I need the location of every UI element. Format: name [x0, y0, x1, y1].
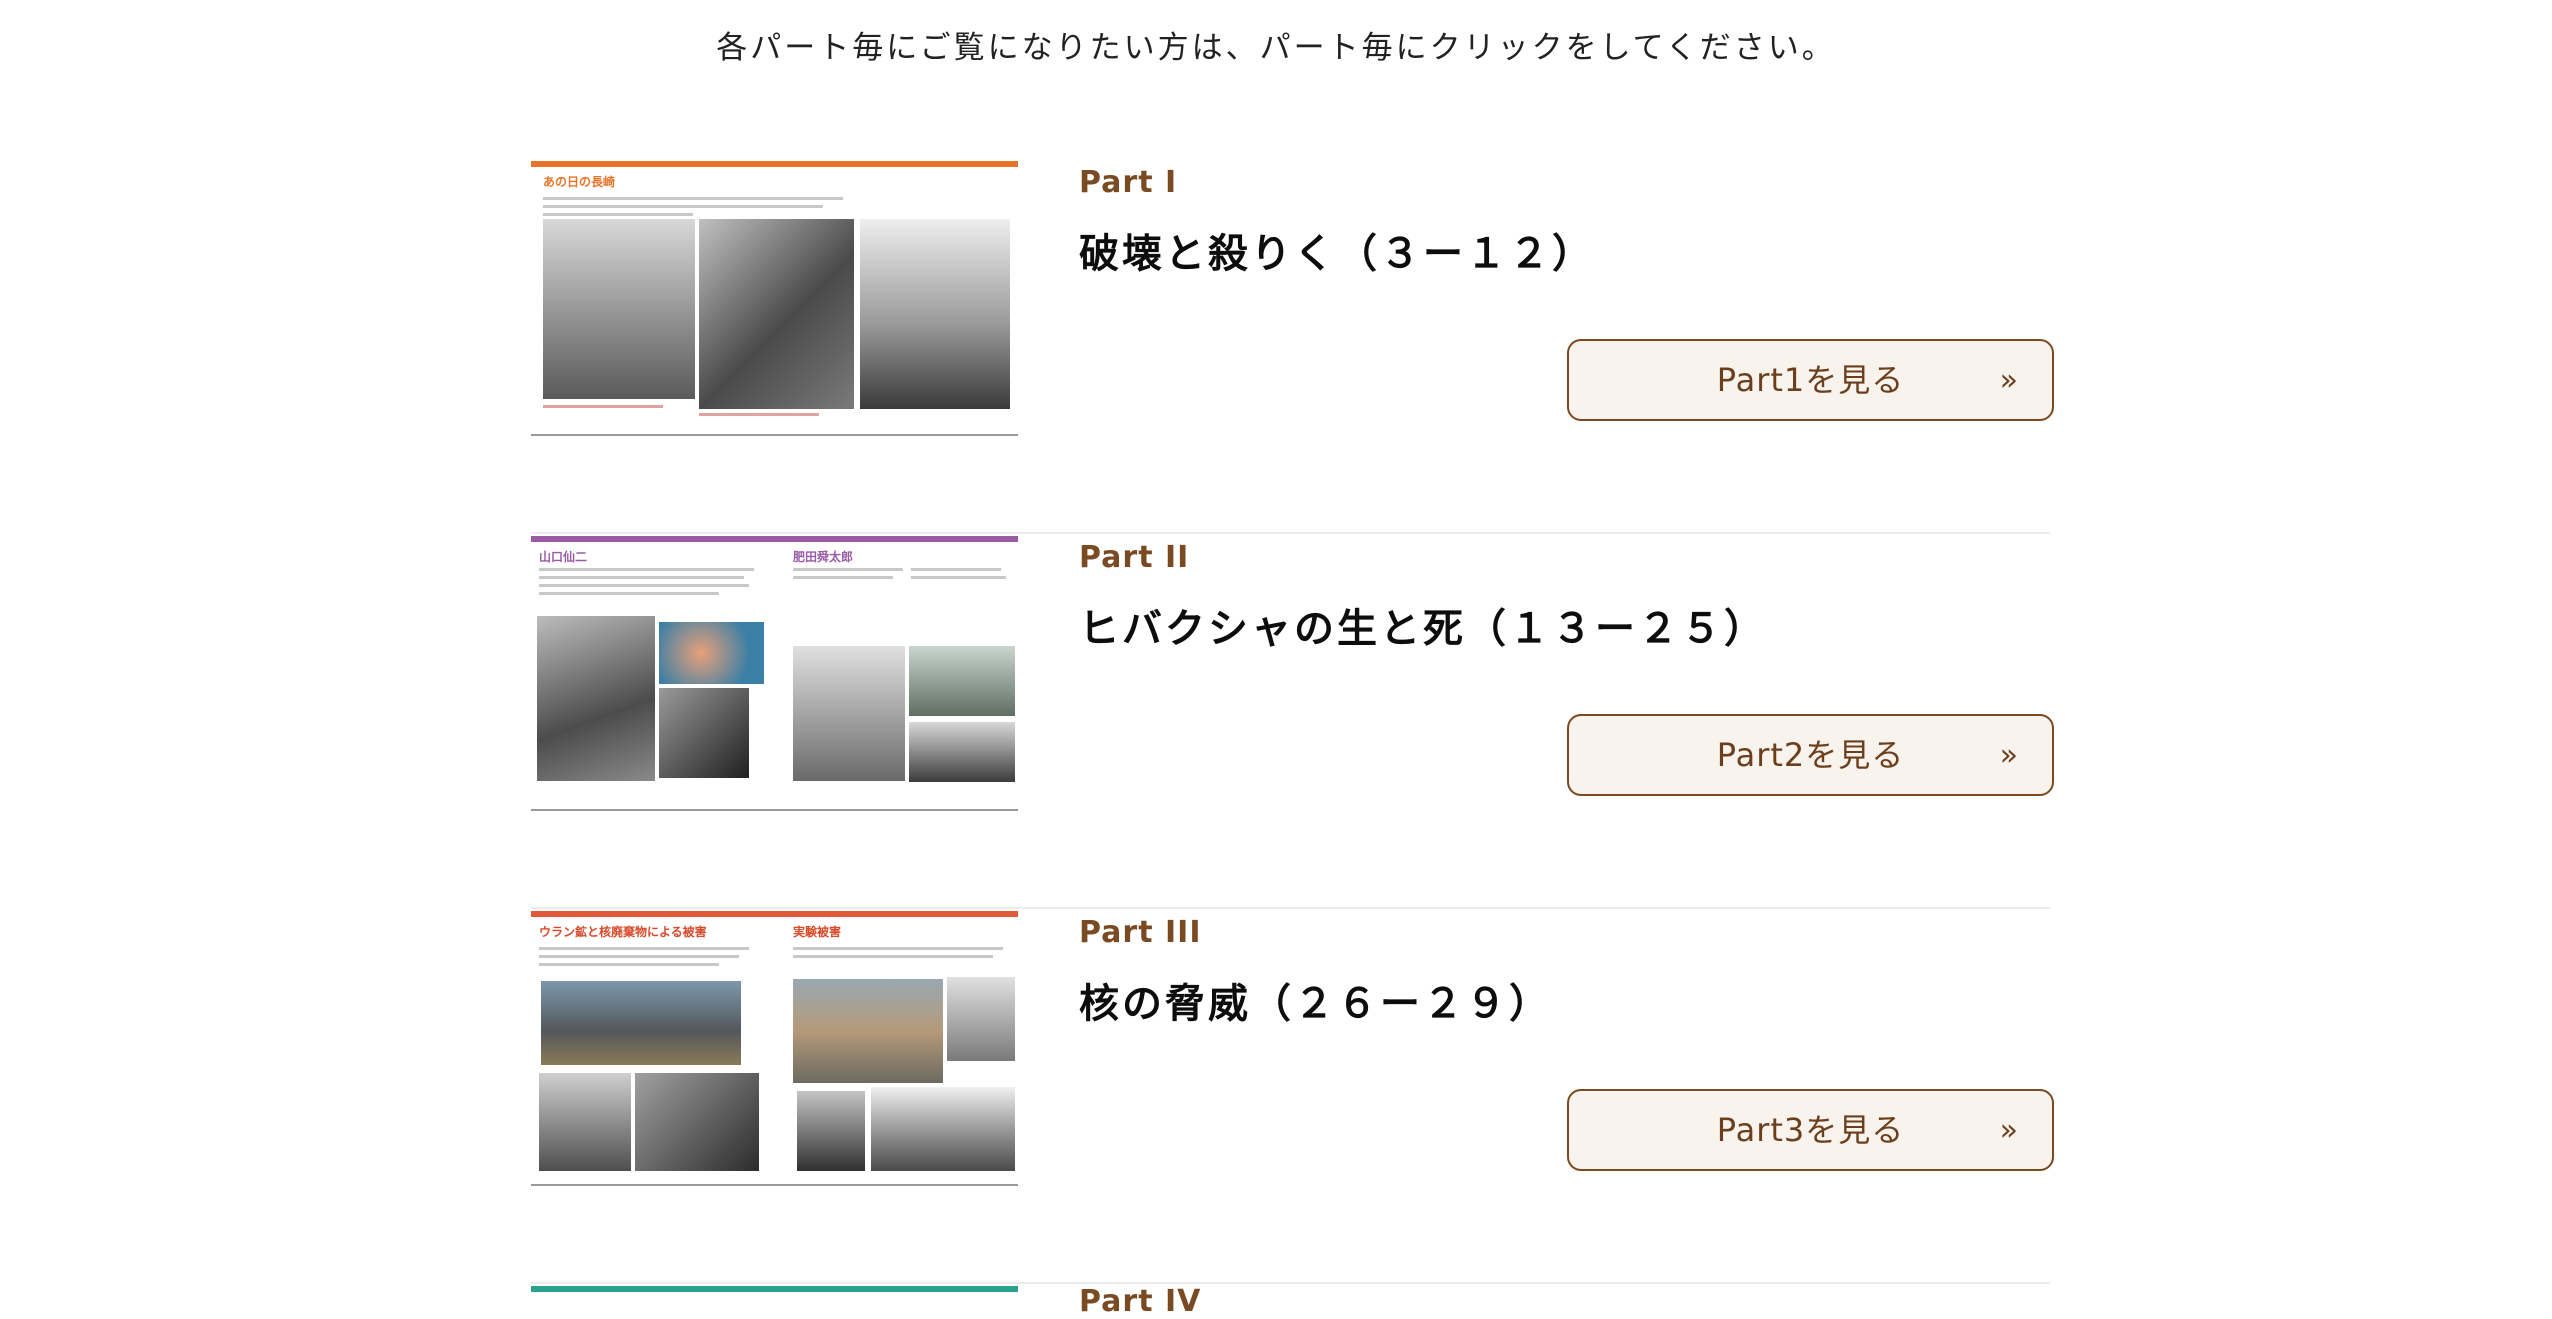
- thumbnail-photo: [797, 1091, 865, 1171]
- section-divider: [531, 532, 2050, 534]
- part-section-4: Part IV: [531, 1284, 2050, 1319]
- thumbnail-photo: [539, 1073, 631, 1171]
- part-thumbnail[interactable]: 山口仙二 肥田舜太郎: [531, 536, 1018, 811]
- thumbnail-photo: [871, 1087, 1015, 1171]
- thumbnail-photo: [909, 722, 1015, 782]
- thumbnail-header: 山口仙二: [539, 550, 588, 564]
- thumbnail-photo: [793, 646, 905, 781]
- part-thumbnail[interactable]: あの日の長崎: [531, 161, 1018, 436]
- thumbnail-photo: [659, 622, 764, 684]
- view-part-2-button[interactable]: Part2を見る »: [1567, 714, 2054, 796]
- part-title: 破壊と殺りく（３ー１２）: [1079, 231, 1595, 277]
- thumbnail-photo: [635, 1073, 759, 1171]
- part-thumbnail[interactable]: [531, 1286, 1018, 1298]
- thumbnail-photo: [537, 616, 655, 781]
- thumbnail-photo: [909, 646, 1015, 716]
- part-label: Part I: [1079, 165, 1178, 200]
- intro-text: 各パート毎にご覧になりたい方は、パート毎にクリックをしてください。: [716, 30, 1836, 66]
- part-section-1: あの日の長崎 Part I 破壊と殺りく（３ー１２） Part1を見る »: [531, 161, 2054, 534]
- part-thumbnail[interactable]: ウラン鉱と核廃棄物による被害 実験被害: [531, 911, 1018, 1186]
- section-divider: [531, 1282, 2050, 1284]
- thumbnail-header-right: 実験被害: [793, 925, 842, 939]
- view-part-1-button[interactable]: Part1を見る »: [1567, 339, 2054, 421]
- double-chevron-right-icon: »: [1999, 1113, 2018, 1148]
- thumbnail-header: ウラン鉱と核廃棄物による被害: [539, 925, 707, 939]
- double-chevron-right-icon: »: [1999, 738, 2018, 773]
- view-part-3-button[interactable]: Part3を見る »: [1567, 1089, 2054, 1171]
- part-section-2: 山口仙二 肥田舜太郎 Part II ヒバクシャの生と死（１３ー２５） Part…: [531, 536, 2054, 909]
- part-label: Part II: [1079, 540, 1190, 575]
- thumbnail-photo: [793, 979, 943, 1083]
- part-title: ヒバクシャの生と死（１３ー２５）: [1079, 606, 1767, 652]
- section-divider: [531, 907, 2050, 909]
- button-label: Part1を見る: [1716, 361, 1905, 399]
- button-label: Part2を見る: [1716, 736, 1905, 774]
- button-label: Part3を見る: [1716, 1111, 1905, 1149]
- thumbnail-photo: [860, 219, 1010, 409]
- thumbnail-photo: [947, 977, 1015, 1061]
- thumbnail-header: あの日の長崎: [543, 175, 616, 189]
- part-section-3: ウラン鉱と核廃棄物による被害 実験被害 Part III 核の脅威（２６ー２９）…: [531, 911, 2054, 1284]
- thumbnail-photo: [543, 219, 695, 399]
- thumbnail-photo: [541, 981, 741, 1065]
- double-chevron-right-icon: »: [1999, 363, 2018, 398]
- thumbnail-photo: [699, 219, 854, 409]
- part-label: Part IV: [1079, 1284, 1202, 1319]
- thumbnail-photo: [659, 688, 749, 778]
- thumbnail-header-right: 肥田舜太郎: [793, 550, 854, 564]
- part-title: 核の脅威（２６ー２９）: [1079, 981, 1552, 1027]
- part-label: Part III: [1079, 915, 1202, 950]
